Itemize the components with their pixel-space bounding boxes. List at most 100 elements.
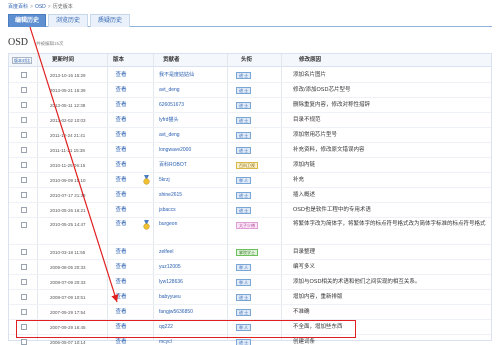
view-version-link[interactable]: 查看 [112,113,130,128]
view-version-link[interactable]: 查看 [112,245,130,260]
rank-badge: 进 士 [236,339,252,345]
row-checkbox[interactable] [21,117,27,123]
tab-question-history[interactable]: 质疑历史 [90,14,130,27]
table-row: 2013-05-21 15:39 查看 avt_deng 进 士 修改/添加OSD芯片型… [9,83,491,98]
view-version-link[interactable]: 查看 [112,143,130,158]
rank-badge: 百科卫视 [236,162,258,169]
update-time: 2009-08-05 20:33 [50,265,86,270]
edit-reason: 插入概述 [293,192,316,198]
contributor-link[interactable]: 我不是度姑姑仙 [159,68,239,83]
rank-badge: 进 士 [236,147,252,154]
contributor-link[interactable]: longwave2000 [159,143,239,158]
view-version-link[interactable]: 查看 [112,188,130,203]
view-version-link[interactable]: 查看 [112,260,130,275]
view-version-link[interactable]: 查看 [112,290,130,305]
contributor-link[interactable]: yuz12005 [159,260,239,275]
breadcrumb: 百度百科 > OSD > 历史版本 [8,3,73,11]
view-version-link[interactable]: 查看 [112,203,130,218]
contributor-link[interactable]: jsbaccs [159,203,239,218]
edit-reason: OSD也是软件工程中的专用术语 [293,207,371,213]
table-row: 2013-02-02 10:03 查看 lyfrd猫头进 士 目录不规范 [9,113,491,128]
rank-badge: 进 士 [236,87,252,94]
rank-badge: 进 士 [236,117,252,124]
edit-reason: 补充 [293,177,305,183]
row-checkbox[interactable] [21,87,27,93]
contributor-rank: 进 士 [236,305,260,320]
view-version-link[interactable]: 查看 [112,173,130,188]
contributor-link[interactable]: fangjw5636850 [159,305,239,320]
contributor-link[interactable]: 百科ROBOT [159,158,239,173]
contributor-rank: 进 士 [236,68,260,83]
contributor-link[interactable]: burgeon [159,218,239,245]
compare-versions-button[interactable]: 版本对比 [12,57,32,64]
contributor-link[interactable]: avt_deng [159,128,239,143]
contributor-rank: 太子少傅 [236,218,260,245]
contributor-link[interactable]: babyyueu [159,290,239,305]
row-checkbox[interactable] [21,294,27,300]
row-checkbox[interactable] [21,132,27,138]
contributor-rank: 掌院学士 [236,245,260,260]
contributor-link[interactable]: lyw128636 [159,275,239,290]
history-tabs: 编辑历史 浏览历史 质疑历史 [8,14,492,27]
row-checkbox[interactable] [21,162,27,168]
medal-icon [143,220,150,230]
update-time: 2008-07-09 10:51 [50,295,86,300]
view-version-link[interactable]: 查看 [112,83,130,98]
view-version-link[interactable]: 查看 [112,128,130,143]
tab-edit-history[interactable]: 编辑历史 [8,14,46,27]
header-version: 版本 [113,57,125,63]
table-row: 2013-05-11 12:38 查看 626051673 进 士 删除重复内容，修改对… [9,98,491,113]
rank-badge: 举 人 [236,177,252,184]
view-version-link[interactable]: 查看 [112,305,130,320]
breadcrumb-separator: > [47,4,51,10]
table-row: 2007-09-29 17:54 查看 fangjw5636850 进 士 不准确 [9,305,491,320]
update-time: 2013-05-11 12:38 [50,103,86,108]
breadcrumb-root-link[interactable]: 百度百科 [8,4,28,10]
tab-browse-history[interactable]: 浏览历史 [48,14,88,27]
row-checkbox[interactable] [21,249,27,255]
row-checkbox[interactable] [21,207,27,213]
rank-badge: 进 士 [236,132,252,139]
header-time: 更新时间 [52,57,75,63]
update-time: 2010-03-18 11:55 [50,250,86,255]
row-checkbox[interactable] [21,222,27,228]
contributor-link[interactable]: lyfrd猫头 [159,113,239,128]
view-version-link[interactable]: 查看 [112,275,130,290]
view-version-link[interactable]: 查看 [112,218,130,245]
edit-count: 共被编辑15次 [36,41,64,46]
contributor-link[interactable]: avt_deng [159,83,239,98]
row-checkbox[interactable] [21,264,27,270]
row-checkbox[interactable] [21,339,27,345]
table-row: 2013-10-16 15:29 查看 我不是度姑姑仙进 士 添加名片图片 [9,68,491,83]
contributor-link[interactable]: 626051673 [159,98,239,113]
row-checkbox[interactable] [21,279,27,285]
view-version-link[interactable]: 查看 [112,68,130,83]
row-checkbox[interactable] [21,192,27,198]
update-time: 2011-11-21 15:38 [50,148,85,153]
contributor-link[interactable]: shine2615 [159,188,239,203]
edit-reason: 将繁体字改为简体字，将繁体字的标点符号格式改为简体字标准的标点符号格式 [293,221,486,227]
contributor-link[interactable]: 5krzj [159,173,239,188]
table-row: 2011-11-21 15:38 查看 longwave2000 进 士 补充资料，修改… [9,143,491,158]
row-checkbox[interactable] [21,177,27,183]
row-checkbox[interactable] [21,147,27,153]
table-row: 2009-08-05 20:33 查看 yuz12005 举 人 编写多义 [9,260,491,275]
contributor-rank: 进 士 [236,203,260,218]
row-checkbox[interactable] [21,72,27,78]
contributor-rank: 进 士 [236,128,260,143]
update-time: 2010-05-25 14:47 [50,222,86,227]
rank-badge: 进 士 [236,309,252,316]
row-checkbox[interactable] [21,102,27,108]
table-row: 2010-05-26 16:21 查看 jsbaccs 进 士 OSD也是软件工程中的专… [9,203,491,218]
table-row: 2010-07-17 21:38 查看 shine2615 进 士 插入概述 [9,188,491,203]
edit-reason: 不准确 [293,309,310,315]
rank-badge: 进 士 [236,192,252,199]
view-version-link[interactable]: 查看 [112,98,130,113]
contributor-rank: 进 士 [236,98,260,113]
update-time: 2008-07-09 20:33 [50,280,86,285]
contributor-link[interactable]: zelfeel [159,245,239,260]
view-version-link[interactable]: 查看 [112,158,130,173]
table-row: 2011-12-24 21:41 查看 avt_deng 进 士 添加常用芯片型号 [9,128,491,143]
breadcrumb-item-link[interactable]: OSD [35,4,46,10]
row-checkbox[interactable] [21,309,27,315]
